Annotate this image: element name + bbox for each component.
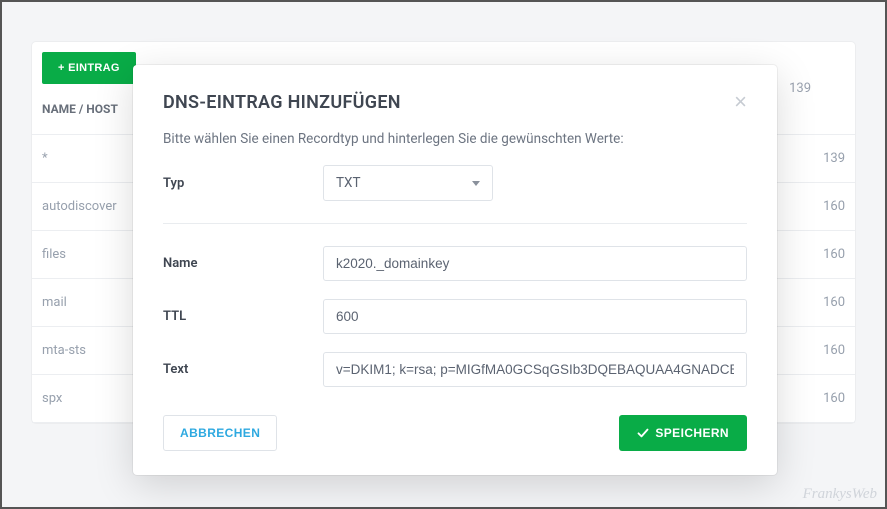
table-header-ttl: 139 (789, 81, 811, 96)
row-ttl: 160 (823, 247, 845, 262)
row-name: mta-sts (42, 343, 86, 358)
text-input[interactable] (323, 352, 747, 387)
ttl-label: TTL (163, 309, 323, 324)
row-name: mail (42, 295, 67, 310)
cancel-button[interactable]: ABBRECHEN (163, 415, 277, 451)
add-record-button[interactable]: + EINTRAG (42, 52, 136, 84)
form-row-ttl: TTL (163, 299, 747, 334)
chevron-down-icon (472, 181, 480, 186)
row-ttl: 160 (823, 199, 845, 214)
row-ttl: 139 (823, 151, 845, 166)
row-ttl: 160 (823, 391, 845, 406)
modal-form: Typ TXT Name TTL Text (133, 165, 777, 387)
row-name: spx (42, 391, 62, 406)
row-ttl: 160 (823, 343, 845, 358)
watermark: FrankysWeb (803, 486, 877, 503)
modal-subtitle: Bitte wählen Sie einen Recordtyp und hin… (133, 123, 777, 165)
add-dns-record-modal: DNS-EINTRAG HINZUFÜGEN × Bitte wählen Si… (133, 65, 777, 475)
form-row-name: Name (163, 246, 747, 281)
modal-footer: ABBRECHEN SPEICHERN (133, 405, 777, 451)
row-ttl: 160 (823, 295, 845, 310)
type-select[interactable]: TXT (323, 165, 493, 201)
row-name: files (42, 247, 66, 262)
type-select-value: TXT (336, 175, 361, 191)
name-label: Name (163, 256, 323, 271)
check-icon (637, 427, 649, 439)
save-button[interactable]: SPEICHERN (619, 415, 747, 451)
save-button-label: SPEICHERN (655, 426, 729, 440)
text-label: Text (163, 362, 323, 377)
ttl-input[interactable] (323, 299, 747, 334)
modal-header: DNS-EINTRAG HINZUFÜGEN × (133, 65, 777, 123)
form-row-text: Text (163, 352, 747, 387)
close-icon[interactable]: × (734, 91, 747, 113)
row-name: * (42, 151, 48, 166)
type-label: Typ (163, 176, 323, 191)
name-input[interactable] (323, 246, 747, 281)
row-name: autodiscover (42, 199, 117, 214)
modal-title: DNS-EINTRAG HINZUFÜGEN (163, 92, 401, 113)
form-row-type: Typ TXT (163, 165, 747, 224)
